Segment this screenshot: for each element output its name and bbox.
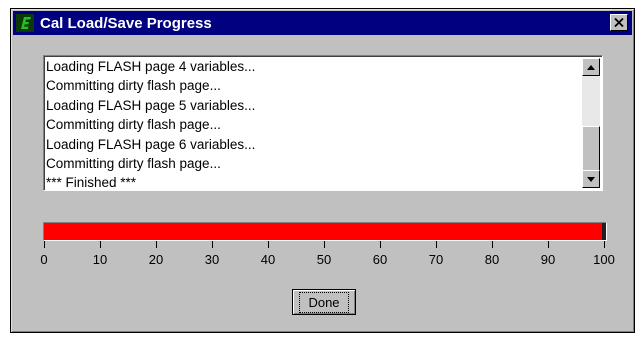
log-line: Loading FLASH page 6 variables... bbox=[46, 136, 256, 152]
log-line: Loading FLASH page 5 variables... bbox=[46, 97, 256, 113]
scale-tick bbox=[604, 241, 605, 248]
scale-tick-label: 80 bbox=[484, 252, 500, 267]
scrollbar-thumb[interactable] bbox=[582, 126, 600, 172]
log-line: Committing dirty flash page... bbox=[46, 78, 221, 94]
scale-tick-label: 10 bbox=[92, 252, 108, 267]
progress-fill bbox=[44, 223, 606, 240]
scroll-up-button[interactable] bbox=[582, 58, 600, 76]
scale-tick bbox=[156, 241, 157, 248]
close-button[interactable] bbox=[610, 14, 628, 31]
scale-tick bbox=[436, 241, 437, 248]
scale-tick bbox=[324, 241, 325, 248]
scale-tick-label: 60 bbox=[372, 252, 388, 267]
vertical-scrollbar[interactable] bbox=[582, 58, 600, 188]
scale-tick bbox=[492, 241, 493, 248]
scroll-down-button[interactable] bbox=[582, 170, 600, 188]
progress-scale: 0 10 20 30 40 50 60 70 80 90 100 bbox=[40, 241, 615, 277]
log-line: Committing dirty flash page... bbox=[46, 156, 221, 172]
progress-bar bbox=[43, 222, 607, 241]
scale-tick-label: 20 bbox=[148, 252, 164, 267]
title-bar[interactable]: Cal Load/Save Progress bbox=[13, 11, 632, 35]
scale-tick bbox=[548, 241, 549, 248]
scale-tick bbox=[380, 241, 381, 248]
scale-tick-label: 50 bbox=[316, 252, 332, 267]
scale-tick-label: 0 bbox=[40, 252, 48, 267]
done-button-label: Done bbox=[299, 291, 349, 313]
scale-tick-label: 70 bbox=[428, 252, 444, 267]
scale-tick bbox=[100, 241, 101, 248]
window-title: Cal Load/Save Progress bbox=[40, 14, 212, 32]
log-line: Loading FLASH page 4 variables... bbox=[46, 59, 256, 74]
log-line: *** Finished *** bbox=[46, 175, 137, 190]
progress-dialog: Cal Load/Save Progress Loading FLASH pag… bbox=[10, 8, 635, 333]
scale-tick-label: 30 bbox=[204, 252, 220, 267]
scale-tick bbox=[44, 241, 45, 248]
scale-tick bbox=[268, 241, 269, 248]
triangle-up-icon bbox=[587, 64, 595, 70]
scale-tick-label: 100 bbox=[593, 252, 615, 267]
progress-end-marker bbox=[602, 223, 606, 240]
app-icon bbox=[16, 14, 34, 32]
scale-tick-label: 40 bbox=[260, 252, 276, 267]
scale-tick bbox=[212, 241, 213, 248]
scale-tick-label: 90 bbox=[540, 252, 556, 267]
close-icon bbox=[614, 18, 624, 27]
log-textbox[interactable]: Loading FLASH page 4 variables... Committ… bbox=[43, 55, 603, 191]
log-lines: Loading FLASH page 4 variables... Committ… bbox=[46, 57, 580, 190]
done-button[interactable]: Done bbox=[292, 289, 356, 315]
triangle-down-icon bbox=[587, 176, 595, 182]
log-line: Committing dirty flash page... bbox=[46, 117, 221, 133]
